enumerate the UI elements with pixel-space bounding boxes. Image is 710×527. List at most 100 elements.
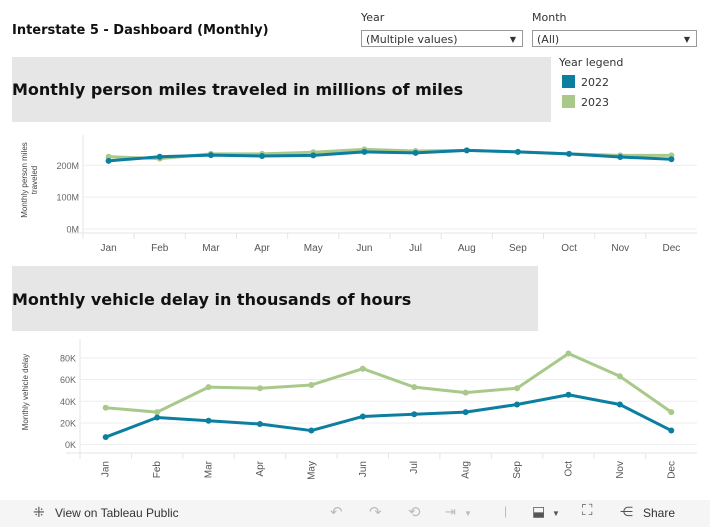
share-icon[interactable]: ⋲ xyxy=(620,504,633,520)
data-point-2023-aug xyxy=(462,389,469,396)
legend-swatch xyxy=(562,75,575,88)
data-point-2022-may xyxy=(310,152,317,159)
year-filter-value: (Multiple values) xyxy=(366,33,458,46)
x-tick-label: Aug xyxy=(458,243,476,254)
x-tick-label: May xyxy=(306,461,317,480)
month-filter-select[interactable]: (All) ▼ xyxy=(532,30,697,47)
legend-item-2023[interactable]: 2023 xyxy=(562,95,609,109)
legend-item-2022[interactable]: 2022 xyxy=(562,75,609,89)
chevron-down-icon: ▼ xyxy=(683,35,690,44)
data-point-2022-sep xyxy=(514,401,521,408)
data-point-2023-may xyxy=(308,381,315,388)
x-tick-label: Oct xyxy=(563,461,574,477)
x-tick-label: Jan xyxy=(101,461,112,477)
x-tick-label: May xyxy=(304,243,323,254)
data-point-2023-oct xyxy=(565,350,572,357)
data-point-2023-apr xyxy=(256,385,263,392)
x-tick-label: Feb xyxy=(151,243,169,254)
data-point-2022-aug xyxy=(463,147,470,154)
x-tick-label: Mar xyxy=(202,243,220,254)
x-tick-label: Jan xyxy=(101,243,117,254)
x-tick-label: Apr xyxy=(255,460,266,476)
data-point-2022-aug xyxy=(462,409,469,416)
year-filter-label: Year xyxy=(361,11,385,24)
y-axis-title: Monthly vehicle delay xyxy=(21,354,30,430)
x-tick-label: Sep xyxy=(509,243,527,254)
series-line-2023 xyxy=(105,352,673,414)
toolbar-divider: | xyxy=(504,504,508,518)
data-point-2022-mar xyxy=(205,417,212,424)
data-point-2022-mar xyxy=(207,152,214,159)
x-tick-label: Feb xyxy=(152,461,163,479)
year-filter-select[interactable]: (Multiple values) ▼ xyxy=(361,30,523,47)
data-point-2022-apr xyxy=(256,421,263,428)
delay-section-header: Monthly vehicle delay in thousands of ho… xyxy=(12,266,538,331)
x-tick-label: Jun xyxy=(356,243,372,254)
y-tick-label: 200M xyxy=(56,161,79,171)
data-point-2022-feb xyxy=(156,153,163,160)
y-tick-label: 80K xyxy=(60,353,76,363)
x-tick-label: Aug xyxy=(461,461,472,479)
data-point-2023-jan xyxy=(102,404,109,411)
x-tick-label: Nov xyxy=(611,243,629,254)
data-point-2022-apr xyxy=(259,153,266,160)
chevron-down-icon[interactable]: ▼ xyxy=(552,509,560,518)
chevron-down-icon: ▼ xyxy=(509,35,516,44)
month-filter-label: Month xyxy=(532,11,567,24)
data-point-2022-jan xyxy=(102,434,109,441)
chevron-down-icon[interactable]: ▼ xyxy=(464,509,472,518)
delay-line-chart: 0K 20K 40K 60K 80K Jan Feb Mar Apr May Jun Jul Aug Se… xyxy=(21,339,697,480)
data-point-2022-jul xyxy=(411,411,418,418)
data-point-2022-oct xyxy=(565,391,572,398)
y-tick-label: 0K xyxy=(65,440,76,450)
x-tick-label: Nov xyxy=(615,461,626,479)
y-tick-label: 60K xyxy=(60,375,76,385)
data-point-2023-sep xyxy=(514,385,521,392)
data-point-2022-jun xyxy=(359,413,366,420)
download-icon[interactable]: ⬓ xyxy=(532,503,545,520)
x-tick-label: Jun xyxy=(358,461,369,477)
y-axis-title: traveled xyxy=(30,166,39,194)
refresh-icon[interactable]: ⇥ xyxy=(445,504,456,520)
data-point-2022-jun xyxy=(361,148,368,155)
y-tick-label: 20K xyxy=(60,418,76,428)
data-point-2022-oct xyxy=(566,150,573,157)
y-axis-title: Monthly person miles xyxy=(20,142,29,218)
data-point-2022-nov xyxy=(617,154,624,161)
pmt-line-chart: 0M100M200MJan Feb Mar Apr May Jun Jul Aug Sep Oct… xyxy=(20,135,697,254)
data-point-2022-dec xyxy=(668,427,675,434)
pmt-section-title: Monthly person miles traveled in million… xyxy=(12,80,464,99)
series-line-2022 xyxy=(108,148,672,163)
x-tick-label: Oct xyxy=(561,243,577,254)
data-point-2022-dec xyxy=(668,156,675,163)
data-point-2022-jan xyxy=(105,157,112,164)
data-point-2022-feb xyxy=(154,414,161,421)
tableau-toolbar: ⁜ View on Tableau Public ↶ ↷ ⟲ ⇥ ▼ | ⬓ ▼… xyxy=(0,500,710,527)
redo-icon[interactable]: ↷ xyxy=(369,503,382,521)
x-tick-label: Dec xyxy=(663,243,681,254)
pmt-section-header: Monthly person miles traveled in million… xyxy=(12,57,551,122)
data-point-2023-nov xyxy=(616,373,623,380)
fullscreen-icon[interactable]: ⛶ xyxy=(582,502,593,519)
x-tick-label: Sep xyxy=(512,461,523,479)
data-point-2023-feb xyxy=(154,409,161,416)
x-tick-label: Jul xyxy=(409,461,420,474)
data-point-2022-sep xyxy=(514,148,521,155)
data-point-2022-may xyxy=(308,427,315,434)
share-button[interactable]: Share xyxy=(643,506,675,520)
dashboard-title: Interstate 5 - Dashboard (Monthly) xyxy=(12,23,269,38)
data-point-2023-jul xyxy=(411,384,418,391)
x-tick-label: Apr xyxy=(254,243,270,254)
legend-title: Year legend xyxy=(559,56,624,69)
x-tick-label: Mar xyxy=(204,460,215,478)
data-point-2023-dec xyxy=(668,409,675,416)
data-point-2023-mar xyxy=(205,384,212,391)
revert-icon[interactable]: ⟲ xyxy=(408,503,421,521)
y-tick-label: 100M xyxy=(56,193,79,203)
month-filter-value: (All) xyxy=(537,33,560,46)
view-on-tableau-link[interactable]: View on Tableau Public xyxy=(55,506,179,520)
legend-swatch xyxy=(562,95,575,108)
tableau-logo-icon: ⁜ xyxy=(33,504,45,520)
data-point-2023-jun xyxy=(359,365,366,372)
undo-icon[interactable]: ↶ xyxy=(330,503,343,521)
